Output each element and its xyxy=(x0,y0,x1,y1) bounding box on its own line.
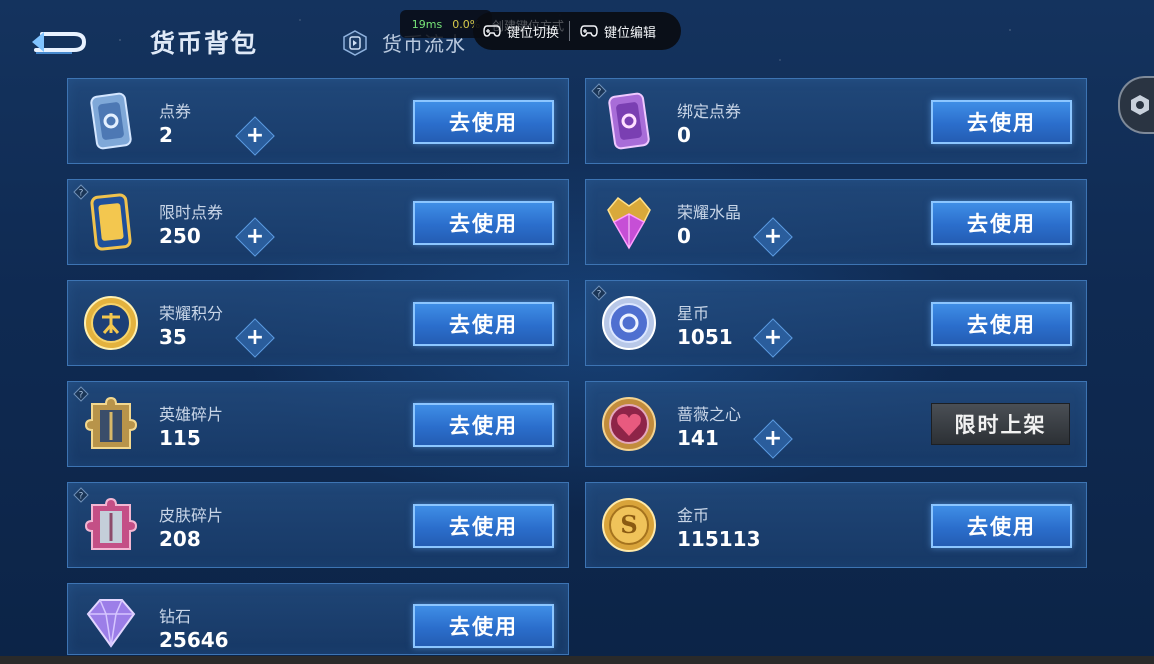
faded-hint-text: 创建键位方式 xyxy=(492,19,565,33)
item-count: 25646 xyxy=(159,628,229,652)
currency-flow-icon xyxy=(343,29,367,56)
item-count: 115 xyxy=(159,426,201,450)
item-count: 2 xyxy=(159,123,173,147)
key-edit-button[interactable]: 键位编辑 xyxy=(570,12,666,50)
use-button[interactable]: 去使用 xyxy=(931,504,1072,548)
add-button[interactable]: + xyxy=(235,318,275,358)
page-title: 货币背包 xyxy=(150,29,259,58)
coupon-icon xyxy=(90,92,132,150)
use-button[interactable]: 去使用 xyxy=(413,302,554,346)
plus-icon: + xyxy=(245,224,265,249)
bound-coupon-icon xyxy=(608,92,650,150)
use-button[interactable]: 去使用 xyxy=(413,100,554,144)
currency-card-rose-heart: 蔷薇之心 141 + 限时上架 xyxy=(585,381,1087,467)
glory-crystal-icon xyxy=(607,196,651,250)
star-coin-icon xyxy=(602,296,656,350)
use-button[interactable]: 去使用 xyxy=(413,201,554,245)
add-button[interactable]: + xyxy=(235,116,275,156)
use-button[interactable]: 去使用 xyxy=(413,504,554,548)
currency-card-glory-points: 荣耀积分 35 + 去使用 xyxy=(67,280,569,366)
item-count: 0 xyxy=(677,123,691,147)
item-name: 绑定点券 xyxy=(677,102,742,121)
plus-icon: + xyxy=(763,224,783,249)
gold-coin-icon: S xyxy=(602,498,656,552)
currency-card-glory-crystal: 荣耀水晶 0 + 去使用 xyxy=(585,179,1087,265)
plus-icon: + xyxy=(763,426,783,451)
diamond-icon xyxy=(86,599,136,648)
key-edit-label: 键位编辑 xyxy=(604,25,657,41)
item-count: 115113 xyxy=(677,527,761,551)
item-count: 35 xyxy=(159,325,187,349)
currency-card-gold-coin: S 金币 115113 去使用 xyxy=(585,482,1087,568)
item-name: 蔷薇之心 xyxy=(677,405,742,424)
item-count: 0 xyxy=(677,224,691,248)
item-name: 限时点券 xyxy=(159,203,224,222)
rose-heart-icon xyxy=(602,397,656,451)
back-button[interactable] xyxy=(28,26,88,58)
item-name: 金币 xyxy=(677,506,710,525)
item-count: 1051 xyxy=(677,325,733,349)
gamepad-icon xyxy=(580,25,598,37)
currency-card-star-coin: ? 星币 1051 + 去使用 xyxy=(585,280,1087,366)
item-count: 141 xyxy=(677,426,719,450)
item-name: 荣耀积分 xyxy=(159,304,224,323)
use-button[interactable]: 去使用 xyxy=(413,403,554,447)
add-button[interactable]: + xyxy=(753,318,793,358)
skin-fragment-icon xyxy=(84,497,138,550)
item-name: 英雄碎片 xyxy=(159,405,224,424)
add-button[interactable]: + xyxy=(753,217,793,257)
back-arrow-icon xyxy=(32,32,87,54)
currency-card-hero-fragment: ? 英雄碎片 115 去使用 xyxy=(67,381,569,467)
use-button[interactable]: 去使用 xyxy=(931,100,1072,144)
use-button[interactable]: 去使用 xyxy=(413,604,554,648)
hero-fragment-icon xyxy=(84,396,138,449)
use-button[interactable]: 去使用 xyxy=(931,302,1072,346)
limited-coupon-icon xyxy=(90,193,132,251)
ping-value: 19ms xyxy=(411,17,443,31)
glory-points-icon xyxy=(84,296,138,350)
hexagon-icon xyxy=(1131,95,1149,115)
item-name: 皮肤碎片 xyxy=(159,506,224,525)
item-name: 星币 xyxy=(677,304,710,323)
add-button[interactable]: + xyxy=(235,217,275,257)
currency-backpack-screen: 货币背包 货币流水 点券 2 + 去使用 ? 绑定点券 0 去使用 ? 限时点券… xyxy=(0,0,1154,660)
limited-time-tag: 限时上架 xyxy=(931,403,1070,445)
plus-icon: + xyxy=(245,325,265,350)
side-menu-handle[interactable] xyxy=(1118,76,1154,134)
currency-card-diamond: 钻石 25646 去使用 xyxy=(67,583,569,655)
item-name: 点券 xyxy=(159,102,192,121)
add-button[interactable]: + xyxy=(753,419,793,459)
use-button[interactable]: 去使用 xyxy=(931,201,1072,245)
item-name: 钻石 xyxy=(159,607,192,626)
window-bottom-edge xyxy=(0,656,1154,664)
currency-card-limited-coupon: ? 限时点券 250 + 去使用 xyxy=(67,179,569,265)
item-name: 荣耀水晶 xyxy=(677,203,742,222)
plus-icon: + xyxy=(245,123,265,148)
svg-text:S: S xyxy=(620,510,637,539)
plus-icon: + xyxy=(763,325,783,350)
item-count: 208 xyxy=(159,527,201,551)
currency-card-bound-coupon: ? 绑定点券 0 去使用 xyxy=(585,78,1087,164)
currency-card-skin-fragment: ? 皮肤碎片 208 去使用 xyxy=(67,482,569,568)
currency-card-coupon: 点券 2 + 去使用 xyxy=(67,78,569,164)
item-count: 250 xyxy=(159,224,201,248)
